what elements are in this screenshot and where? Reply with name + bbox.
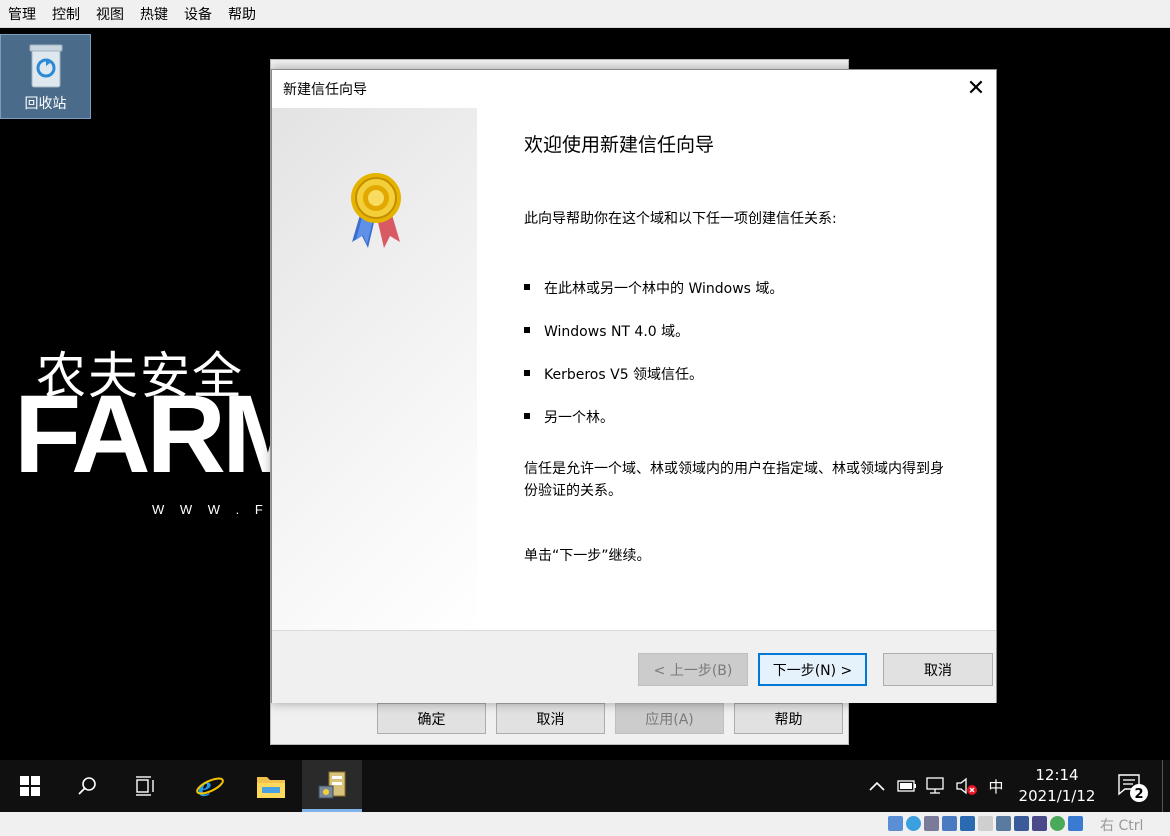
wizard-footer: < 上一步(B) 下一步(N) > 取消 bbox=[272, 630, 996, 703]
desktop: 回收站 农夫安全 FARM W W W . F A R M 确定 取消 应用(A… bbox=[0, 28, 1170, 760]
vm-menu-view[interactable]: 视图 bbox=[94, 4, 132, 24]
hard-disk-icon[interactable] bbox=[888, 816, 903, 831]
taskbar: e 中 12:14 2021/1/12 2 bbox=[0, 760, 1170, 812]
tray-volume[interactable] bbox=[954, 760, 980, 812]
list-item: Windows NT 4.0 域。 bbox=[524, 321, 783, 364]
wizard-side-panel bbox=[272, 108, 477, 630]
shared-folder-icon[interactable] bbox=[978, 816, 993, 831]
vm-device-icons bbox=[888, 816, 1083, 831]
action-center-button[interactable]: 2 bbox=[1112, 760, 1152, 812]
taskbar-ie[interactable]: e bbox=[180, 760, 240, 812]
list-item: 在此林或另一个林中的 Windows 域。 bbox=[524, 278, 783, 321]
tray-network[interactable] bbox=[924, 760, 948, 812]
audio-icon[interactable] bbox=[924, 816, 939, 831]
show-desktop-strip[interactable] bbox=[1162, 760, 1163, 812]
internet-explorer-icon: e bbox=[196, 771, 224, 801]
wallpaper-brand-text: FARM bbox=[14, 373, 314, 496]
wizard-intro-text: 此向导帮助你在这个域和以下任一项创建信任关系: bbox=[524, 211, 837, 227]
guest-additions-icon[interactable] bbox=[1050, 816, 1065, 831]
display-icon[interactable] bbox=[996, 816, 1011, 831]
back-button[interactable]: < 上一步(B) bbox=[638, 653, 748, 686]
clock-date: 2021/1/12 bbox=[1018, 787, 1096, 805]
tray-power[interactable] bbox=[896, 760, 918, 812]
taskbar-ad-domains-trusts[interactable] bbox=[302, 760, 362, 812]
new-trust-wizard-dialog: 新建信任向导 ✕ 欢迎使用新建信任向导 此向导帮助你在这个域和以下任一项创建信任… bbox=[271, 69, 997, 703]
usb-icon[interactable] bbox=[960, 816, 975, 831]
vm-menubar: 管理 控制 视图 热键 设备 帮助 bbox=[0, 0, 1170, 28]
clock-time: 12:14 bbox=[1035, 766, 1079, 784]
vm-status-bar: 右 Ctrl bbox=[0, 812, 1170, 836]
taskbar-file-explorer[interactable] bbox=[241, 760, 301, 812]
cancel-button[interactable]: 取消 bbox=[496, 703, 605, 734]
mouse-integration-icon[interactable] bbox=[1068, 816, 1083, 831]
windows-start-icon bbox=[20, 776, 40, 796]
list-item: 另一个林。 bbox=[524, 407, 783, 450]
recycle-bin-label: 回收站 bbox=[24, 96, 67, 112]
trust-type-list: 在此林或另一个林中的 Windows 域。 Windows NT 4.0 域。 … bbox=[524, 278, 783, 450]
recycle-bin-icon bbox=[29, 44, 62, 88]
video-capture-icon[interactable] bbox=[1014, 816, 1029, 831]
wizard-cancel-button[interactable]: 取消 bbox=[883, 653, 993, 686]
apply-button[interactable]: 应用(A) bbox=[615, 703, 724, 734]
vm-menu-hotkeys[interactable]: 热键 bbox=[138, 4, 176, 24]
network-adapter-icon[interactable] bbox=[942, 816, 957, 831]
notification-count: 2 bbox=[1134, 787, 1143, 802]
task-view-icon bbox=[136, 776, 154, 796]
trust-description: 信任是允许一个域、林或领域内的用户在指定域、林或领域内得到身份验证的关系。 bbox=[524, 461, 944, 499]
ime-indicator[interactable]: 中 bbox=[984, 760, 1008, 812]
vm-menu-manage[interactable]: 管理 bbox=[6, 4, 44, 24]
wizard-content: 欢迎使用新建信任向导 此向导帮助你在这个域和以下任一项创建信任关系: 在此林或另… bbox=[524, 108, 964, 630]
dialog-title-bar: 新建信任向导 bbox=[272, 70, 996, 108]
cpu-icon[interactable] bbox=[1032, 816, 1047, 831]
list-item: Kerberos V5 领域信任。 bbox=[524, 364, 783, 407]
chevron-up-icon bbox=[869, 781, 885, 791]
file-explorer-icon bbox=[257, 777, 285, 798]
optical-drive-icon[interactable] bbox=[906, 816, 921, 831]
properties-button-row: 确定 取消 应用(A) 帮助 bbox=[377, 703, 843, 734]
notification-icon: 2 bbox=[1118, 774, 1148, 802]
active-directory-domains-trusts-icon bbox=[318, 771, 346, 798]
start-button[interactable] bbox=[0, 760, 60, 812]
battery-icon bbox=[897, 780, 916, 792]
wizard-button-row: < 上一步(B) 下一步(N) > 取消 bbox=[638, 653, 993, 686]
host-key-indicator: 右 Ctrl bbox=[1100, 818, 1144, 834]
next-button[interactable]: 下一步(N) > bbox=[758, 653, 867, 686]
vm-menu-control[interactable]: 控制 bbox=[50, 4, 88, 24]
close-icon[interactable]: ✕ bbox=[964, 78, 988, 100]
recycle-bin-shortcut[interactable]: 回收站 bbox=[0, 34, 91, 119]
tray-overflow-chevron[interactable] bbox=[866, 760, 888, 812]
search-icon bbox=[78, 777, 96, 795]
continue-hint: 单击“下一步”继续。 bbox=[524, 548, 651, 564]
dialog-title: 新建信任向导 bbox=[283, 82, 367, 98]
ok-button[interactable]: 确定 bbox=[377, 703, 486, 734]
help-button[interactable]: 帮助 bbox=[734, 703, 843, 734]
vm-menu-devices[interactable]: 设备 bbox=[182, 4, 220, 24]
network-icon bbox=[926, 777, 944, 794]
vm-menu-help[interactable]: 帮助 bbox=[226, 4, 264, 24]
volume-muted-icon bbox=[956, 777, 977, 795]
taskbar-clock[interactable]: 12:14 2021/1/12 bbox=[1012, 765, 1102, 807]
wizard-heading: 欢迎使用新建信任向导 bbox=[524, 134, 715, 156]
task-view-button[interactable] bbox=[116, 760, 176, 812]
search-button[interactable] bbox=[57, 760, 117, 812]
award-ribbon-icon bbox=[351, 173, 401, 248]
